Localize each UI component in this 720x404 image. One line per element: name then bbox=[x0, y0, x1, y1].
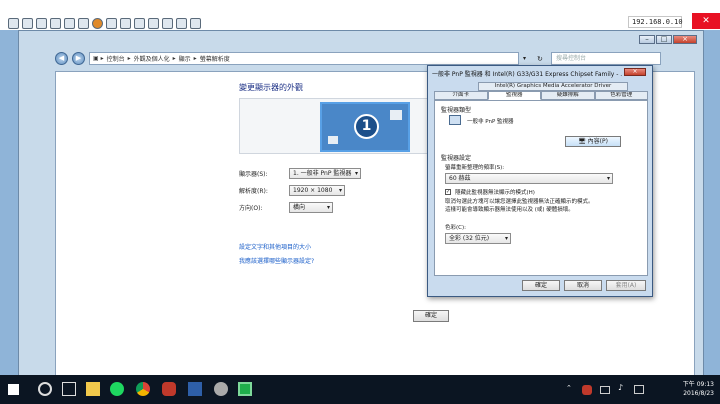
chat-icon[interactable] bbox=[162, 18, 173, 29]
remote-viewer-icon[interactable] bbox=[238, 382, 252, 396]
window-icon[interactable] bbox=[190, 18, 201, 29]
monitor-type-heading: 監視器類型 bbox=[441, 107, 472, 114]
dialog-close-button[interactable]: × bbox=[624, 68, 646, 76]
dialog-title: 一般非 PnP 監視器 和 Intel(R) G33/G31 Express C… bbox=[432, 71, 622, 78]
hide-modes-label: 隱藏此監視器無法顯示的模式(H) bbox=[455, 190, 535, 196]
display-label: 顯示器(S): bbox=[239, 171, 268, 178]
screenshot-icon[interactable] bbox=[106, 18, 117, 29]
display-settings-help-link[interactable]: 我應該選擇哪些顯示器設定? bbox=[239, 256, 314, 265]
viewer-close-button[interactable]: ✕ bbox=[692, 13, 720, 29]
monitor-icon[interactable] bbox=[134, 18, 145, 29]
refresh-icon[interactable]: ↻ bbox=[537, 55, 547, 63]
tray-up-icon[interactable]: ⌃ bbox=[566, 384, 580, 398]
breadcrumb-item[interactable]: 外觀及個人化 bbox=[134, 54, 170, 63]
breadcrumb-item[interactable]: 螢幕解析度 bbox=[200, 54, 230, 63]
network-icon[interactable] bbox=[600, 386, 610, 394]
page-title: 變更顯示器的外觀 bbox=[239, 83, 303, 92]
tab-monitor[interactable]: 監視器 bbox=[487, 91, 541, 100]
tools-icon[interactable] bbox=[36, 18, 47, 29]
tab-row: 介面卡 監視器 疑難排解 色彩管理 bbox=[434, 91, 648, 100]
fullscreen-icon[interactable] bbox=[22, 18, 33, 29]
clock-time: 下午 09:13 bbox=[682, 381, 714, 388]
monitor-number: 1 bbox=[354, 114, 379, 139]
settings-icon[interactable] bbox=[148, 18, 159, 29]
display-select[interactable]: 1. 一般非 PnP 監視器 bbox=[289, 168, 361, 179]
maximize-button[interactable]: □ bbox=[656, 35, 672, 44]
color-select[interactable]: 全彩 (32 位元) bbox=[445, 233, 511, 244]
ok-button[interactable]: 確定 bbox=[413, 310, 449, 322]
refresh-rate-label: 螢幕重新整理的頻率(S): bbox=[445, 165, 505, 171]
hide-modes-checkbox[interactable]: ✓ bbox=[445, 189, 451, 195]
address-bar: ◀ ▶ ▣ ▸ 控制台 ▸ 外觀及個人化 ▸ 顯示 ▸ 螢幕解析度 ▾ ↻ 搜尋控制台 bbox=[55, 51, 695, 66]
color-label: 色彩(C): bbox=[445, 225, 466, 231]
tab-color-management[interactable]: 色彩管理 bbox=[594, 91, 648, 100]
monitor-properties-dialog: 一般非 PnP 監視器 和 Intel(R) G33/G31 Express C… bbox=[427, 65, 653, 297]
shield-icon: 🖥 bbox=[578, 138, 586, 145]
orientation-row: 方向(O): 橫向 bbox=[239, 202, 333, 213]
resolution-select[interactable]: 1920 × 1080 bbox=[289, 185, 345, 196]
properties-label: 內容(P) bbox=[587, 138, 608, 145]
search-icon[interactable] bbox=[38, 382, 52, 396]
system-clock[interactable]: 下午 09:13 2016/8/23 bbox=[683, 380, 714, 398]
resolution-row: 解析度(R): 1920 × 1080 bbox=[239, 185, 345, 196]
volume-icon[interactable]: ♪ bbox=[618, 383, 632, 397]
help-icon[interactable] bbox=[92, 18, 103, 29]
spotify-icon[interactable] bbox=[110, 382, 124, 396]
breadcrumb[interactable]: ▣ ▸ 控制台 ▸ 外觀及個人化 ▸ 顯示 ▸ 螢幕解析度 bbox=[89, 52, 519, 65]
clock-date: 2016/8/23 bbox=[683, 390, 714, 397]
refresh-rate-select[interactable]: 60 赫茲 bbox=[445, 173, 613, 184]
monitor-settings-heading: 監視器設定 bbox=[441, 155, 472, 162]
monitor-icon bbox=[449, 115, 461, 125]
dialog-cancel-button[interactable]: 取消 bbox=[564, 280, 602, 291]
task-view-icon[interactable] bbox=[62, 382, 76, 396]
breadcrumb-item[interactable]: 顯示 bbox=[179, 54, 191, 63]
start-icon[interactable] bbox=[8, 384, 19, 395]
pin-icon[interactable] bbox=[8, 18, 19, 29]
warning-text-2: 這樣可能會導致顯示器無法使用以及 (或) 硬體損壞。 bbox=[445, 207, 574, 213]
taskbar: ⌃ ♪ 下午 09:13 2016/8/23 bbox=[0, 375, 720, 404]
dropdown-icon[interactable]: ▾ bbox=[523, 55, 533, 62]
dialog-ok-button[interactable]: 確定 bbox=[522, 280, 560, 291]
orientation-label: 方向(O): bbox=[239, 205, 263, 212]
breadcrumb-item[interactable]: 控制台 bbox=[107, 54, 125, 63]
tab-row-top: Intel(R) Graphics Media Accelerator Driv… bbox=[434, 82, 648, 91]
text-size-link[interactable]: 設定文字和其他項目的大小 bbox=[239, 242, 311, 251]
tab-troubleshoot[interactable]: 疑難排解 bbox=[541, 91, 595, 100]
chrome-icon[interactable] bbox=[136, 382, 150, 396]
ip-address-field[interactable]: 192.168.0.10 bbox=[628, 16, 683, 28]
monitor-1-tile[interactable]: 1 bbox=[320, 102, 410, 152]
forward-icon[interactable]: ▶ bbox=[72, 52, 85, 65]
back-icon[interactable]: ◀ bbox=[55, 52, 68, 65]
search-input[interactable]: 搜尋控制台 bbox=[551, 52, 661, 65]
app-icon[interactable] bbox=[162, 382, 176, 396]
grid-icon[interactable] bbox=[120, 18, 131, 29]
close-button[interactable]: × bbox=[673, 35, 697, 44]
tray-app-icon[interactable] bbox=[582, 385, 592, 395]
control-panel-icon: ▣ ▸ bbox=[93, 55, 104, 62]
warning-text: 取消勾選此方塊可以讓您選擇此監視器無法正確顯示的模式。 bbox=[445, 199, 594, 205]
refresh-icon[interactable] bbox=[50, 18, 61, 29]
monitor-type-value: 一般非 PnP 監視器 bbox=[467, 119, 514, 125]
tab-adapter[interactable]: 介面卡 bbox=[434, 91, 488, 100]
dialog-apply-button[interactable]: 套用(A) bbox=[606, 280, 646, 291]
app-icon-3[interactable] bbox=[214, 382, 228, 396]
folder-icon[interactable] bbox=[78, 18, 89, 29]
input-icon[interactable] bbox=[634, 385, 644, 394]
window-caption-buttons: – □ × bbox=[639, 35, 697, 44]
minimize-button[interactable]: – bbox=[639, 35, 655, 44]
orientation-select[interactable]: 橫向 bbox=[289, 202, 333, 213]
file-explorer-icon[interactable] bbox=[86, 382, 100, 396]
monitor-tab-content: 監視器類型 一般非 PnP 監視器 🖥 內容(P) 監視器設定 螢幕重新整理的頻… bbox=[434, 100, 648, 276]
app-icon-2[interactable] bbox=[188, 382, 202, 396]
resolution-label: 解析度(R): bbox=[239, 188, 268, 195]
transfer-icon[interactable] bbox=[176, 18, 187, 29]
properties-button[interactable]: 🖥 內容(P) bbox=[565, 136, 621, 147]
display-row: 顯示器(S): 1. 一般非 PnP 監視器 bbox=[239, 168, 361, 179]
keyboard-icon[interactable] bbox=[64, 18, 75, 29]
tab-intel-driver[interactable]: Intel(R) Graphics Media Accelerator Driv… bbox=[478, 82, 628, 91]
